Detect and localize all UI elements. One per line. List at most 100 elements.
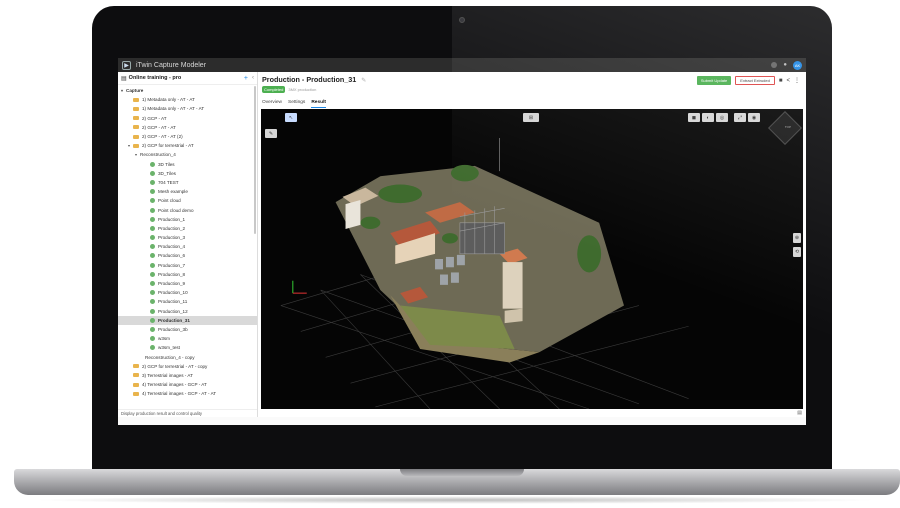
tree-production[interactable]: 3D Tiles <box>118 160 257 169</box>
content-footer: ▤ <box>258 409 806 417</box>
tree-production[interactable]: Production_11 <box>118 297 257 306</box>
tree-production[interactable]: Production_10 <box>118 288 257 297</box>
project-sidebar: ▤ Online training - pro + ‹ ▾ Capture 1)… <box>118 72 258 417</box>
sidebar-scrollbar[interactable] <box>254 86 256 234</box>
tree-production[interactable]: Production_2 <box>118 224 257 233</box>
lighting-button[interactable]: ◎ <box>716 113 728 122</box>
completed-status-icon <box>150 244 155 250</box>
completed-status-icon <box>150 253 155 259</box>
fullscreen-button[interactable]: ⤢ <box>734 113 746 122</box>
completed-status-icon <box>150 216 155 222</box>
tree-item-label: Production_2 <box>158 225 186 231</box>
tree-folder[interactable]: 1) Metadata only - AT - AT - AT <box>118 104 257 113</box>
tree-production[interactable]: Production_3b <box>118 325 257 334</box>
tree-production[interactable]: Production_12 <box>118 307 257 316</box>
tree-reconstruction[interactable]: Reconstruction_4 - copy <box>118 352 257 361</box>
tree-item-label: Production_9 <box>158 281 186 287</box>
tree-production[interactable]: Production_6 <box>118 251 257 260</box>
fit-view-button[interactable]: ⊞ <box>523 113 539 122</box>
notification-dot-icon[interactable] <box>771 62 778 68</box>
extract-button[interactable]: Extract Extruded <box>735 76 775 85</box>
tree-item-label: Production_3 <box>158 235 186 241</box>
camera-button[interactable]: ◉ <box>748 113 760 122</box>
tree-item-label: 4) Terrestrial images - GCP - AT - AT <box>142 391 217 397</box>
tree-production[interactable]: Production_8 <box>118 270 257 279</box>
tree-folder[interactable]: 2) GCP - AT - AT <box>118 123 257 132</box>
folder-icon[interactable]: ■ <box>779 78 783 84</box>
tree-item-label: 4) Terrestrial images - GCP - AT <box>142 382 207 388</box>
folder-icon <box>133 364 139 369</box>
completed-status-icon <box>150 161 155 167</box>
tree-production[interactable]: Production_4 <box>118 242 257 251</box>
clipboard-icon[interactable]: ▤ <box>797 410 802 416</box>
tree-item-label: 2) GCP for terrestrial - AT - copy <box>142 363 208 369</box>
tree-item-label: 2) GCP for terrestrial - AT <box>142 143 194 149</box>
tree-production[interactable]: Mesh example <box>118 187 257 196</box>
laptop-shadow <box>30 496 880 504</box>
tab-overview[interactable]: Overview <box>262 100 282 108</box>
folder-icon <box>133 97 139 102</box>
completed-status-icon <box>150 326 155 332</box>
view-mode-button[interactable]: ◼ <box>688 113 700 122</box>
tree-production[interactable]: Production_1 <box>118 215 257 224</box>
tree-item-label: 2) GCP - AT - AT (2) <box>142 134 183 140</box>
bell-icon[interactable]: ● <box>783 62 787 68</box>
tree-production[interactable]: Production_3 <box>118 233 257 242</box>
tree-folder[interactable]: 2) GCP for terrestrial - AT - copy <box>118 362 257 371</box>
tree-production[interactable]: w3sm_test <box>118 343 257 352</box>
folder-icon <box>133 116 139 121</box>
submit-update-button[interactable]: Submit Update <box>696 76 732 85</box>
3d-model-scene[interactable] <box>261 109 803 409</box>
tree-production[interactable]: Production_7 <box>118 261 257 270</box>
page-title: Production - Production_31 <box>262 75 357 84</box>
zoom-extent-button[interactable]: ⊕ <box>793 233 801 243</box>
app-title: iTwin Capture Modeler <box>136 61 207 69</box>
share-icon[interactable]: < <box>786 78 790 84</box>
tree-production[interactable]: Production_9 <box>118 279 257 288</box>
tree-folder[interactable]: 2) GCP - AT - AT (2) <box>118 132 257 141</box>
tree-item-label: 3D_Tiles <box>158 170 176 176</box>
measure-tool-button[interactable]: ✎ <box>265 129 277 138</box>
completed-status-icon <box>150 225 155 231</box>
tree-folder[interactable]: 4) Terrestrial images - GCP - AT <box>118 380 257 389</box>
more-icon[interactable]: ⋮ <box>794 77 800 84</box>
folder-icon <box>133 134 139 139</box>
content-area: Production - Production_31 ✎ Completed 3… <box>258 72 806 417</box>
select-tool-button[interactable]: ↖ <box>285 113 297 122</box>
webcam <box>459 17 465 23</box>
tree-item-label: Point cloud <box>158 198 181 204</box>
tab-result[interactable]: Result <box>311 100 327 108</box>
tree-folder[interactable]: 4) Terrestrial images - GCP - AT - AT <box>118 389 257 398</box>
folder-icon <box>133 143 139 148</box>
tree-production[interactable]: Point cloud demo <box>118 205 257 214</box>
completed-status-icon <box>150 336 155 342</box>
tree-production[interactable]: w3sm <box>118 334 257 343</box>
tree-production[interactable]: 3D_Tiles <box>118 169 257 178</box>
collapse-icon[interactable]: ‹ <box>252 75 254 82</box>
tree-reconstruction[interactable]: ▾ Reconstruction_4 <box>118 150 257 159</box>
3d-viewport[interactable]: ↖ ⊞ ✎ ◼ ◐ ◎ ⤢ ◉ TOP ⊕ ⟲ <box>261 109 803 409</box>
tree-folder[interactable]: 3) Terrestrial images - AT <box>118 371 257 380</box>
rotate-button[interactable]: ⟲ <box>793 247 801 257</box>
tree-item-label: Production_31 <box>158 317 190 323</box>
folder-icon <box>133 391 139 396</box>
tree-folder[interactable]: 2) GCP - AT <box>118 114 257 123</box>
completed-status-icon <box>150 189 155 195</box>
tab-settings[interactable]: Settings <box>288 100 305 108</box>
tree-production[interactable]: Point cloud <box>118 196 257 205</box>
add-icon[interactable]: + <box>244 75 248 82</box>
tree-item-label: Production_3b <box>158 326 188 332</box>
render-mode-button[interactable]: ◐ <box>702 113 714 122</box>
completed-status-icon <box>150 271 155 277</box>
tree-item-label: 3D Tiles <box>158 161 175 167</box>
folder-icon <box>133 382 139 387</box>
edit-icon[interactable]: ✎ <box>361 78 366 84</box>
tree-folder[interactable]: 1) Metadata only - AT - AT <box>118 95 257 104</box>
tree-folder[interactable]: ▾ 2) GCP for terrestrial - AT <box>118 141 257 150</box>
app-main: ▤ Online training - pro + ‹ ▾ Capture 1)… <box>118 72 806 417</box>
tree-root-capture[interactable]: ▾ Capture <box>118 86 257 95</box>
folder-icon <box>133 106 139 111</box>
tree-production[interactable]: Production_31 <box>118 315 257 325</box>
tree-production[interactable]: 704 TEST <box>118 178 257 187</box>
avatar[interactable]: AK <box>793 60 802 70</box>
